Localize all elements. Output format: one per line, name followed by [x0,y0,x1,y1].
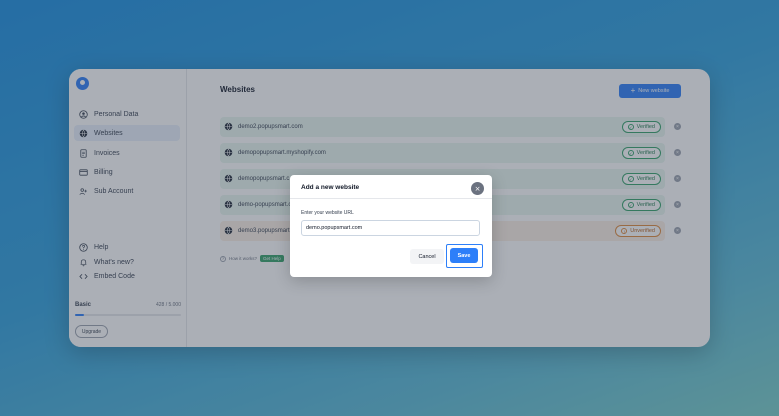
modal-divider [290,198,492,199]
modal-title: Add a new website [301,184,360,191]
add-website-modal: Add a new website × Enter your website U… [290,175,492,277]
close-icon[interactable]: × [471,182,484,195]
cancel-button[interactable]: Cancel [410,249,444,264]
save-button[interactable]: Save [450,248,478,263]
url-label: Enter your website URL [301,210,354,216]
website-url-input[interactable] [301,220,480,236]
save-button-focus-ring: Save [446,244,483,268]
